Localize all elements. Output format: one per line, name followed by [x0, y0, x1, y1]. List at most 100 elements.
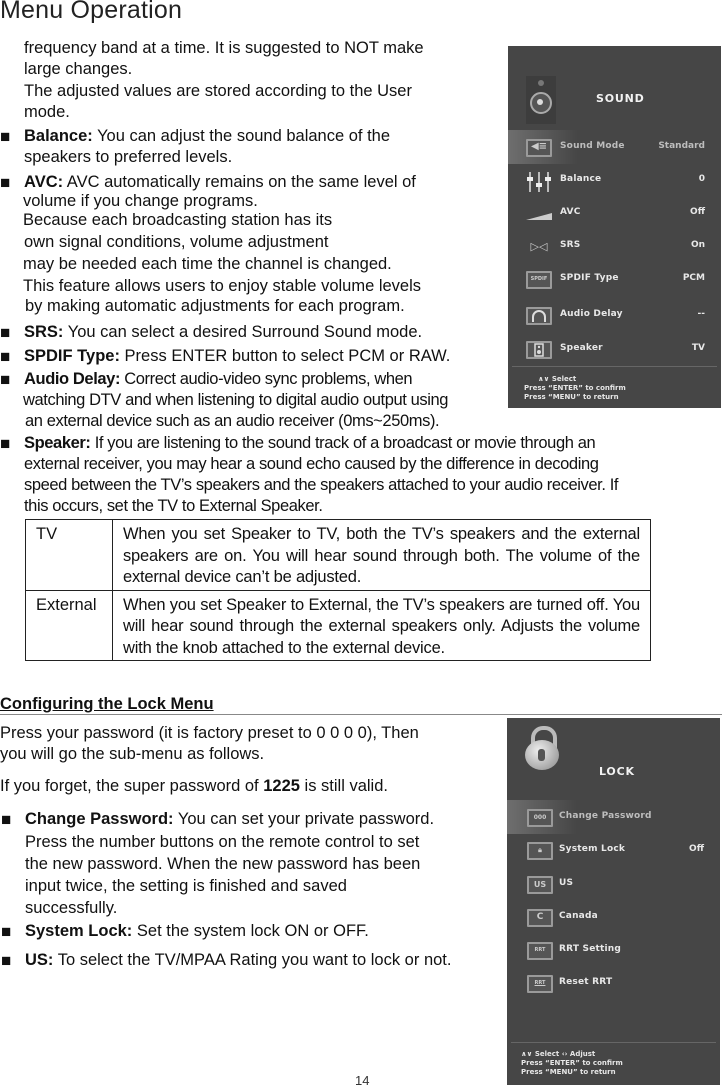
menu-help: ∧∨ Select Press “ENTER” to confirm Press… — [524, 375, 626, 402]
us-text: To select the TV/MPAA Rating you want to… — [53, 951, 452, 969]
system-lock-label: System Lock: — [25, 922, 133, 940]
menu-row-value: On — [690, 240, 705, 250]
spdif-text: Press ENTER button to select PCM or RAW. — [119, 347, 451, 365]
change-password-text: successfully. — [25, 899, 118, 917]
menu-row-label: Canada — [559, 911, 598, 921]
srs-label: SRS: — [24, 323, 64, 341]
speaker-box-icon — [526, 341, 552, 359]
system-lock-item: System Lock: Set the system lock ON or O… — [1, 921, 369, 942]
menu-row-value: PCM — [682, 273, 705, 283]
balance-text: speakers to preferred levels. — [24, 148, 233, 166]
password-field-icon: 000 — [527, 809, 553, 827]
menu-help: ∧∨ Select ‹› Adjust Press “ENTER” to con… — [521, 1050, 623, 1077]
padlock-icon: 🔒︎ — [527, 842, 553, 860]
menu-row-sound-mode: ◀≡ Sound Mode Standard — [508, 130, 721, 164]
change-password-label: Change Password: — [25, 810, 174, 828]
up-down-arrows-icon: ∧∨ — [521, 1050, 533, 1058]
sound-menu-title: SOUND — [596, 92, 645, 105]
volume-ramp-icon — [526, 205, 552, 223]
left-right-arrows-icon: ‹› — [561, 1050, 568, 1058]
equalizer-sliders-icon — [526, 172, 552, 192]
change-password-item: Change Password: You can set your privat… — [1, 809, 434, 830]
help-select: Select — [534, 1050, 560, 1058]
menu-row-audio-delay: Audio Delay -- — [508, 304, 721, 330]
menu-row-label: AVC — [560, 207, 581, 217]
help-return: Press “MENU” to return — [524, 393, 619, 401]
system-lock-text: Set the system lock ON or OFF. — [132, 922, 369, 940]
audio-delay-label: Audio Delay: — [24, 370, 121, 388]
menu-divider — [511, 1042, 716, 1043]
super-password-code: 1225 — [263, 777, 300, 795]
speaker-mode-icon: ◀≡ — [526, 139, 552, 157]
balance-item: Balance: You can adjust the sound balanc… — [0, 126, 391, 147]
menu-row-spdif: SPDIF SPDIF Type PCM — [508, 268, 721, 294]
avc-text: Because each broadcasting station has it… — [23, 211, 333, 229]
audio-delay-text: an external device such as an audio rece… — [25, 412, 440, 430]
balance-label: Balance: — [24, 127, 93, 145]
help-return: Press “MENU” to return — [521, 1068, 616, 1076]
menu-row-value: Standard — [658, 141, 705, 151]
help-select: Select — [551, 375, 577, 383]
audio-delay-text: watching DTV and when listening to digit… — [23, 391, 449, 409]
section-divider — [0, 714, 722, 715]
table-row: TV When you set Speaker to TV, both the … — [25, 519, 651, 591]
super-password-note: If you forget, the super password of 122… — [0, 776, 388, 797]
menu-row-label: Audio Delay — [560, 309, 623, 319]
change-password-text: the new password. When the new password … — [25, 855, 421, 873]
menu-row-value: TV — [691, 343, 705, 353]
headphones-icon — [526, 307, 552, 325]
speaker-text: external receiver, you may hear a sound … — [24, 455, 599, 473]
help-adjust: Adjust — [569, 1050, 596, 1058]
avc-text: AVC automatically remains on the same le… — [63, 173, 416, 191]
avc-text: own signal conditions, volume adjustment — [24, 233, 329, 251]
lock-intro-line: you will go the sub-menu as follows. — [0, 745, 265, 763]
up-down-arrows-icon: ∧∨ — [538, 375, 550, 383]
speaker-options-table: TV When you set Speaker to TV, both the … — [25, 519, 651, 661]
menu-row-label: RRT Setting — [559, 944, 622, 954]
avc-text: may be needed each time the channel is c… — [23, 255, 392, 273]
menu-row-label: Change Password — [559, 811, 652, 821]
avc-text: This feature allows users to enjoy stabl… — [23, 277, 422, 295]
menu-row-value: Off — [689, 844, 704, 854]
avc-label: AVC: — [24, 173, 64, 191]
change-password-text: input twice, the setting is finished and… — [25, 877, 347, 895]
menu-row-label: Balance — [560, 174, 602, 184]
menu-row-value: 0 — [698, 174, 705, 184]
padlock-large-icon — [525, 726, 559, 770]
menu-row-rrt-setting: RRT RRT Setting — [507, 939, 720, 965]
menu-row-balance: Balance 0 — [508, 169, 721, 195]
menu-divider — [512, 366, 717, 367]
intro-line: mode. — [24, 103, 70, 121]
menu-row-label: SPDIF Type — [560, 273, 619, 283]
audio-delay-item: Audio Delay: Correct audio-video sync pr… — [0, 369, 413, 390]
table-description-cell: When you set Speaker to External, the TV… — [112, 589, 651, 661]
speaker-text: speed between the TV’s speakers and the … — [24, 476, 619, 494]
menu-row-canada: C Canada — [507, 906, 720, 932]
table-description-cell: When you set Speaker to TV, both the TV’… — [112, 519, 651, 591]
us-item: US: To select the TV/MPAA Rating you wan… — [1, 950, 452, 971]
menu-row-srs: ▷◁ SRS On — [508, 235, 721, 261]
table-option-cell: TV — [25, 519, 113, 591]
intro-line: The adjusted values are stored according… — [24, 82, 412, 100]
spdif-label: SPDIF Type: — [24, 347, 120, 365]
change-password-text: Press the number buttons on the remote c… — [25, 833, 420, 851]
sound-menu-screenshot: SOUND ◀≡ Sound Mode Standard Balance 0 A… — [508, 46, 721, 408]
menu-row-speaker: Speaker TV — [508, 338, 721, 364]
intro-line: frequency band at a time. It is suggeste… — [24, 39, 424, 57]
super-password-suffix: is still valid. — [299, 777, 388, 795]
balance-text: You can adjust the sound balance of the — [92, 127, 391, 145]
menu-row-label: SRS — [560, 240, 581, 250]
speaker-text: If you are listening to the sound track … — [90, 434, 596, 452]
speaker-text: this occurs, set the TV to External Spea… — [24, 497, 323, 515]
speaker-item: Speaker: If you are listening to the sou… — [0, 433, 596, 454]
audio-delay-text: Correct audio-video sync problems, when — [120, 370, 413, 388]
lock-menu-title: LOCK — [599, 765, 635, 778]
page-title: Menu Operation — [0, 0, 183, 24]
menu-row-reset-rrt: RRT Reset RRT — [507, 972, 720, 998]
srs-item: SRS: You can select a desired Surround S… — [0, 322, 422, 343]
rrt-icon: RRT — [527, 942, 553, 960]
lock-section-heading-text: Configuring the Lock Menu — [0, 695, 214, 713]
menu-row-us: US US — [507, 873, 720, 899]
help-confirm: Press “ENTER” to confirm — [521, 1059, 623, 1067]
avc-text: volume if you change programs. — [23, 192, 258, 210]
